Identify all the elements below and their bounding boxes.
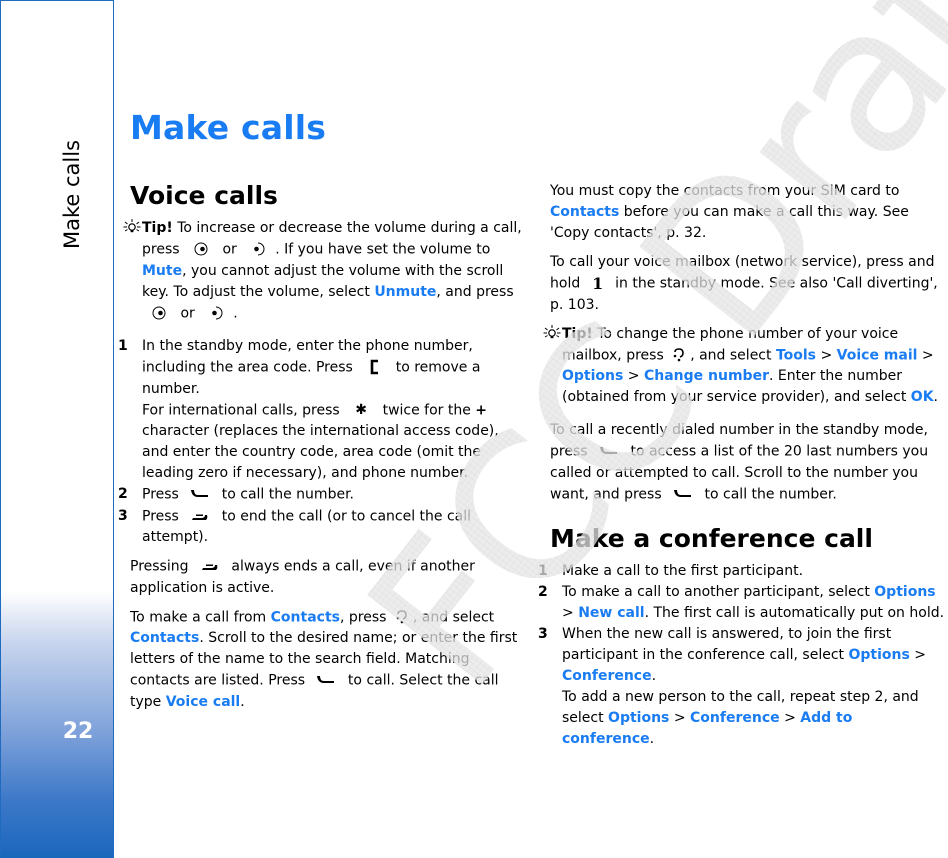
recent-dialed-paragraph: To call a recently dialed number in the … xyxy=(550,420,948,505)
tip-text: . xyxy=(233,305,238,321)
paragraph-text: . xyxy=(240,693,245,710)
path-separator: > xyxy=(816,347,837,363)
end-key-icon xyxy=(183,506,217,527)
tip-text: . If you have set the volume to xyxy=(275,241,491,258)
step-number: 3 xyxy=(538,626,548,642)
scroll-right-key-icon xyxy=(199,303,233,324)
clear-key-icon xyxy=(357,357,391,378)
call-key-icon xyxy=(592,441,626,462)
tip-volume: Tip! To increase or decrease the volume … xyxy=(123,218,528,324)
path-separator: > xyxy=(779,710,801,726)
step-item: 1 In the standby mode, enter the phone n… xyxy=(118,336,528,484)
options-option: Options xyxy=(848,647,910,663)
step-number: 2 xyxy=(538,584,548,600)
step-number: 3 xyxy=(118,507,128,524)
left-column: Voice calls Tip! To increase or decrease… xyxy=(118,180,528,721)
step-item: 3 When the new call is answered, to join… xyxy=(538,624,948,750)
tip-label: Tip! xyxy=(562,325,593,342)
step-item: 2 To make a call to another participant,… xyxy=(538,582,948,624)
voice-call-option: Voice call xyxy=(165,693,241,710)
step-text: Press xyxy=(142,486,184,503)
step-text: . The first call is automatically put on… xyxy=(644,605,945,621)
step-text: To make a call to another participant, s… xyxy=(562,584,875,600)
contacts-option: Contacts xyxy=(130,630,200,646)
tip-voice-mailbox: Tip! To change the phone number of your … xyxy=(543,324,948,409)
step-item: 2 Press to call the number. xyxy=(118,484,528,506)
path-separator: > xyxy=(562,605,579,621)
paragraph-text: Pressing xyxy=(130,558,193,575)
scroll-left-key-icon xyxy=(142,303,176,324)
chapter-title: Make calls xyxy=(60,139,84,249)
paragraph-text: , and select xyxy=(412,609,495,625)
contacts-option: Contacts xyxy=(550,204,620,220)
path-separator: > xyxy=(917,347,934,363)
call-key-icon xyxy=(666,484,700,505)
key-1-icon: 1 xyxy=(592,274,604,293)
conference-option: Conference xyxy=(690,710,780,726)
step-number: 1 xyxy=(538,563,548,579)
paragraph-text: You must copy the contacts from your SIM… xyxy=(550,183,900,199)
voice-call-steps: 1 In the standby mode, enter the phone n… xyxy=(118,336,528,549)
step-text: When the new call is answered, to join t… xyxy=(562,626,892,663)
options-option: Options xyxy=(562,368,624,384)
step-text: For international calls, press xyxy=(142,402,345,418)
options-option: Options xyxy=(608,710,670,726)
conference-steps: 1 Make a call to the first participant. … xyxy=(538,561,948,750)
step-number: 1 xyxy=(118,338,128,354)
path-separator: > xyxy=(909,647,927,663)
voice-mailbox-paragraph: To call your voice mailbox (network serv… xyxy=(550,252,948,316)
paragraph-text: To make a call from xyxy=(130,609,271,625)
step-item: 3 Press to end the call (or to cancel th… xyxy=(118,506,528,549)
pressing-end-paragraph: Pressing always ends a call, even if ano… xyxy=(130,556,528,599)
step-text: . xyxy=(649,731,655,747)
voice-mail-option: Voice mail xyxy=(836,347,918,363)
step-number: 2 xyxy=(118,486,128,502)
menu-key-icon xyxy=(668,345,690,366)
step-text: Press xyxy=(142,508,184,524)
sim-copy-paragraph: You must copy the contacts from your SIM… xyxy=(550,181,948,244)
plus-character: + xyxy=(475,402,488,418)
section-heading-voice-calls: Voice calls xyxy=(130,181,278,210)
right-column: You must copy the contacts from your SIM… xyxy=(538,181,948,758)
ok-option: OK xyxy=(910,389,934,405)
tip-text: . xyxy=(933,389,938,405)
step-text: . xyxy=(651,668,657,684)
call-key-icon xyxy=(183,484,217,505)
page-number: 22 xyxy=(62,719,94,744)
tip-text: , and press xyxy=(436,283,514,300)
chapter-sidebar: Make calls 22 xyxy=(0,0,114,858)
lightbulb-icon xyxy=(543,324,561,338)
tip-text: or xyxy=(218,241,242,258)
change-number-option: Change number xyxy=(643,368,769,384)
scroll-right-key-icon xyxy=(241,239,275,260)
scroll-left-key-icon xyxy=(184,239,218,260)
menu-key-icon xyxy=(391,607,413,628)
step-text: Make a call to the first participant. xyxy=(562,563,804,579)
page-title: Make calls xyxy=(130,108,327,147)
step-item: 1 Make a call to the first participant. xyxy=(538,561,948,582)
step-text: to call the number. xyxy=(217,486,354,503)
step-text: character (replaces the international ac… xyxy=(142,423,499,481)
star-key-icon: ✱ xyxy=(355,401,367,418)
section-heading-conference: Make a conference call xyxy=(550,524,873,553)
mute-option: Mute xyxy=(142,262,183,279)
end-key-icon xyxy=(193,556,227,577)
path-separator: > xyxy=(669,710,691,726)
tools-option: Tools xyxy=(775,347,817,363)
tip-label: Tip! xyxy=(142,220,173,236)
paragraph-text: to call the number. xyxy=(700,486,837,502)
call-key-icon xyxy=(309,670,343,691)
step-text: twice for the xyxy=(378,402,476,418)
contacts-option: Contacts xyxy=(270,609,340,625)
tip-text: , and select xyxy=(690,347,776,363)
unmute-option: Unmute xyxy=(374,283,437,300)
contacts-call-paragraph: To make a call from Contacts, press , an… xyxy=(130,607,528,713)
path-separator: > xyxy=(623,368,644,384)
lightbulb-icon xyxy=(123,219,141,233)
conference-option: Conference xyxy=(562,668,652,684)
tip-text: or xyxy=(176,305,200,321)
options-option: Options xyxy=(874,584,936,600)
new-call-option: New call xyxy=(578,605,645,621)
paragraph-text: , press xyxy=(339,609,391,625)
